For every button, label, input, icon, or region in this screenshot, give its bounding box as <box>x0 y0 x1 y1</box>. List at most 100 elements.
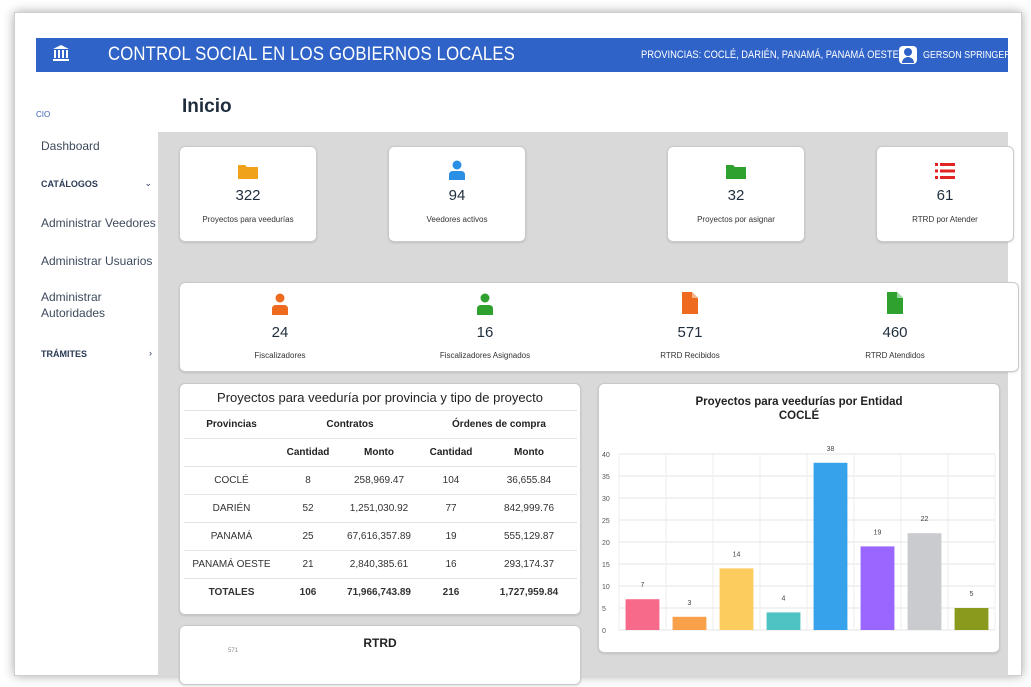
main-content: Inicio 322 Proyectos para veedurías 94 V… <box>158 72 1019 685</box>
bar-value-label: 5 <box>970 591 974 598</box>
cell-c-monto: 71,966,743.89 <box>337 578 421 607</box>
cell-provincia: PANAMÁ OESTE <box>184 550 279 579</box>
user-avatar-icon[interactable] <box>899 46 917 64</box>
cell-o-cantidad: 16 <box>421 550 481 579</box>
sidebar-item-inicio[interactable]: CIO <box>36 110 50 119</box>
y-tick-label: 5 <box>602 606 606 613</box>
stat-label: Veedores activos <box>426 215 488 224</box>
cell-o-cantidad: 19 <box>421 522 481 551</box>
bar <box>766 612 801 630</box>
stat-label: Fiscalizadores Asignados <box>439 351 531 360</box>
file-icon <box>682 292 698 319</box>
top-navbar: CONTROL SOCIAL EN LOS GOBIERNOS LOCALES … <box>36 38 1011 72</box>
page-header: Inicio <box>158 72 1008 132</box>
col-empty <box>184 438 279 467</box>
table-header-row: Provincias Contratos Órdenes de compra <box>184 410 577 439</box>
cell-c-cantidad: 52 <box>279 494 337 523</box>
sidebar-item-veedores[interactable]: Administrar Veedores <box>41 216 156 230</box>
stat-rtrd-recibidos[interactable]: 571 RTRD Recibidos <box>590 283 790 373</box>
list-icon <box>935 162 955 185</box>
stat-rtrd-atendidos[interactable]: 460 RTRD Atendidos <box>795 283 995 373</box>
user-name-link[interactable]: GERSON SPRINGER <box>923 49 1011 61</box>
col-cantidad: Cantidad <box>421 438 481 467</box>
cell-o-monto: 293,174.37 <box>481 550 577 579</box>
sidebar-section-catalogos[interactable]: CATÁLOGOS <box>41 179 98 189</box>
sidebar: CIO Dashboard CATÁLOGOS ⌄ Administrar Ve… <box>36 72 158 672</box>
table-row: DARIÉN 52 1,251,030.92 77 842,999.76 <box>184 494 577 523</box>
col-monto: Monto <box>481 438 577 467</box>
table-totals-row: TOTALES 106 71,966,743.89 216 1,727,959.… <box>184 578 577 607</box>
cell-c-cantidad: 8 <box>279 466 337 495</box>
provinces-table: Provincias Contratos Órdenes de compra C… <box>184 410 577 607</box>
stat-card-rtrd-atender[interactable]: 61 RTRD por Atender <box>876 146 1014 242</box>
y-tick-label: 35 <box>602 474 610 481</box>
bar-value-label: 19 <box>874 529 882 536</box>
stat-value: 94 <box>448 187 466 204</box>
stat-label: Proyectos para veedurías <box>202 215 294 224</box>
stat-value: 32 <box>727 187 745 204</box>
cell-provincia: COCLÉ <box>184 466 279 495</box>
col-monto: Monto <box>337 438 421 467</box>
y-tick-label: 15 <box>602 562 610 569</box>
bar-value-label: 38 <box>827 446 835 453</box>
stat-label: Proyectos por asignar <box>697 215 775 224</box>
bar <box>672 616 707 630</box>
col-contratos: Contratos <box>279 410 421 439</box>
user-icon <box>477 293 493 320</box>
bar <box>954 608 989 630</box>
provinces-table-card: Proyectos para veeduría por provincia y … <box>179 383 581 615</box>
cell-o-cantidad: 104 <box>421 466 481 495</box>
cell-c-cantidad: 25 <box>279 522 337 551</box>
app-title: CONTROL SOCIAL EN LOS GOBIERNOS LOCALES <box>108 44 516 65</box>
user-icon <box>449 160 465 185</box>
sidebar-item-usuarios[interactable]: Administrar Usuarios <box>41 254 152 268</box>
chevron-down-icon[interactable]: ⌄ <box>144 178 152 189</box>
col-ordenes: Órdenes de compra <box>421 410 577 439</box>
table-row: PANAMÁ OESTE 21 2,840,385.61 16 293,174.… <box>184 550 577 579</box>
bar <box>625 599 660 630</box>
user-icon <box>272 293 288 320</box>
folder-icon <box>238 163 258 184</box>
cell-provincia: DARIÉN <box>184 494 279 523</box>
stat-card-proyectos[interactable]: 322 Proyectos para veedurías <box>179 146 317 242</box>
cell-o-cantidad: 216 <box>421 578 481 607</box>
stat-value: 571 <box>677 324 703 341</box>
folder-icon <box>726 163 746 184</box>
bar <box>813 462 848 630</box>
building-icon <box>52 44 80 67</box>
y-tick-label: 40 <box>602 452 610 459</box>
sidebar-item-dashboard[interactable]: Dashboard <box>41 139 100 153</box>
stat-fiscalizadores-asignados[interactable]: 16 Fiscalizadores Asignados <box>385 283 585 373</box>
cell-o-cantidad: 77 <box>421 494 481 523</box>
bar <box>719 568 754 630</box>
stat-value: 322 <box>235 187 261 204</box>
cell-c-monto: 67,616,357.89 <box>337 522 421 551</box>
col-cantidad: Cantidad <box>279 438 337 467</box>
stat-fiscalizadores[interactable]: 24 Fiscalizadores <box>180 283 380 373</box>
stat-value: 24 <box>271 324 289 341</box>
cell-c-cantidad: 21 <box>279 550 337 579</box>
rtrd-card-title: RTRD <box>363 636 397 650</box>
stat-value: 61 <box>936 187 954 204</box>
sidebar-section-tramites[interactable]: TRÁMITES <box>41 349 87 359</box>
cell-provincia: PANAMÁ <box>184 522 279 551</box>
rtrd-card-partial-label: 571 <box>228 648 239 654</box>
bar <box>907 533 942 630</box>
cell-o-monto: 1,727,959.84 <box>481 578 577 607</box>
bar-value-label: 7 <box>641 582 645 589</box>
sidebar-item-autoridades-line2: Autoridades <box>41 306 106 320</box>
stat-card-veedores[interactable]: 94 Veedores activos <box>388 146 526 242</box>
chevron-right-icon[interactable]: › <box>149 348 152 358</box>
bar-value-label: 22 <box>921 516 929 523</box>
stat-label: RTRD Atendidos <box>865 351 925 360</box>
sidebar-item-autoridades[interactable]: Administrar Autoridades <box>41 290 105 320</box>
entity-chart-card: Proyectos para veedurías por Entidad COC… <box>598 383 1000 653</box>
y-tick-label: 10 <box>602 584 610 591</box>
rtrd-card: RTRD 571 <box>179 625 581 685</box>
table-title: Proyectos para veeduría por provincia y … <box>217 390 543 405</box>
cell-c-monto: 1,251,030.92 <box>337 494 421 523</box>
cell-c-monto: 2,840,385.61 <box>337 550 421 579</box>
stat-value: 16 <box>476 324 494 341</box>
col-provincias: Provincias <box>184 410 279 439</box>
stat-card-por-asignar[interactable]: 32 Proyectos por asignar <box>667 146 805 242</box>
